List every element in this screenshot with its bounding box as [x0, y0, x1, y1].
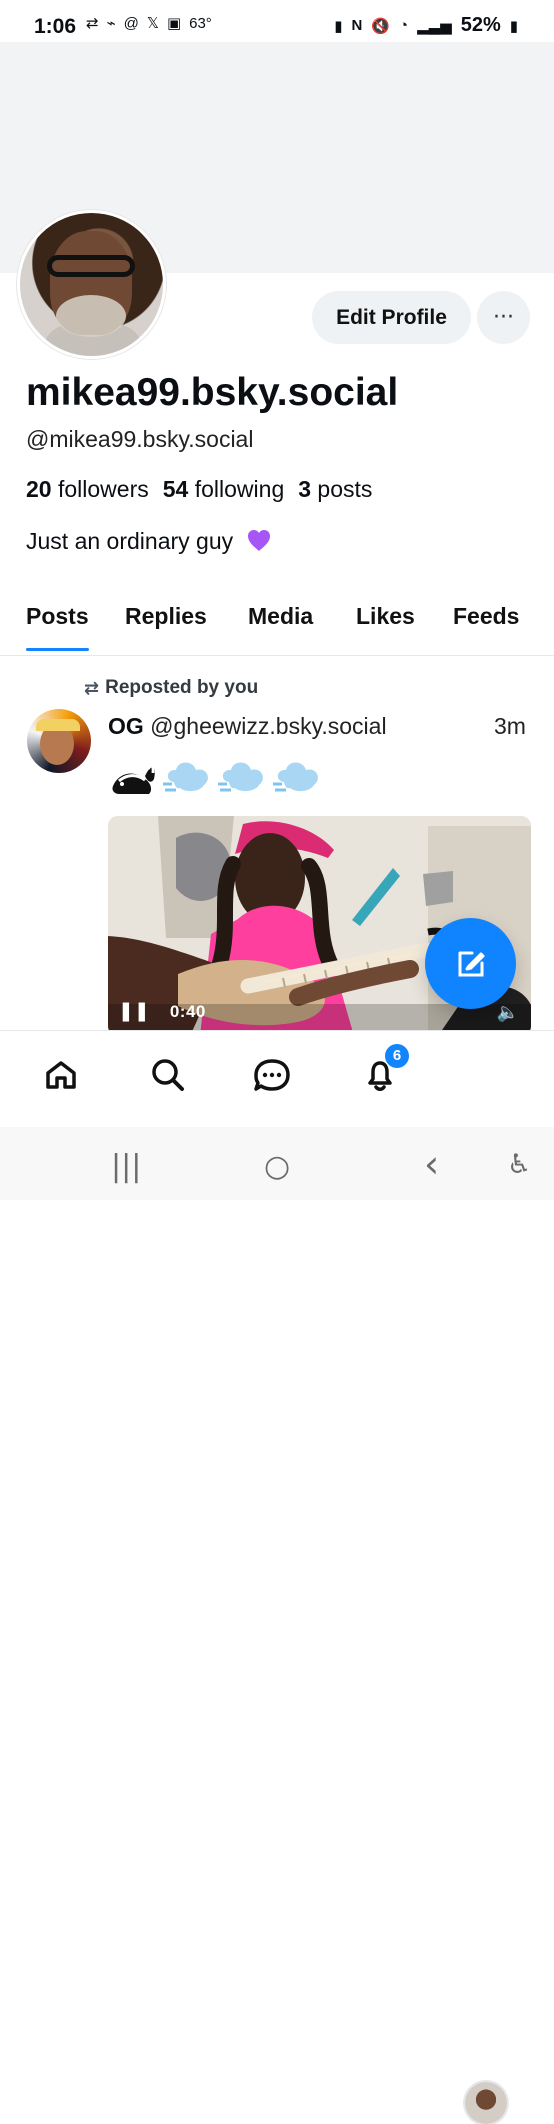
threads-icon: @	[123, 14, 139, 32]
bio-text: Just an ordinary guy	[26, 528, 234, 554]
post-author-avatar[interactable]	[27, 709, 91, 773]
repost-label: Reposted by you	[105, 677, 259, 698]
chat-icon	[254, 1059, 290, 1091]
bottom-navigation	[0, 1030, 554, 2124]
home-button[interactable]: ○	[264, 1149, 290, 1184]
status-time: 1:06	[34, 15, 77, 38]
repost-indicator: ⇄ Reposted by you	[84, 677, 258, 699]
nav-search[interactable]	[144, 1051, 192, 1099]
dash-cloud-icon	[218, 762, 263, 792]
followers-label: followers	[57, 476, 149, 502]
edit-profile-button[interactable]: Edit Profile	[312, 291, 471, 344]
followers-stat[interactable]: 20 followers	[26, 476, 149, 503]
video-time: 0:40	[169, 1001, 206, 1021]
profile-avatar[interactable]	[17, 210, 166, 359]
mute-icon: 🔇	[371, 17, 391, 35]
tab-feeds[interactable]: Feeds	[453, 603, 519, 630]
post-meta: OG @gheewizz.bsky.social	[108, 713, 387, 740]
post-author-handle[interactable]: @gheewizz.bsky.social	[150, 713, 386, 739]
profile-handle: @mikea99.bsky.social	[26, 426, 254, 452]
following-label: following	[194, 476, 285, 502]
volume-icon[interactable]: 🔈	[497, 1002, 519, 1023]
more-options-button[interactable]: ···	[477, 291, 530, 344]
dash-cloud-icon	[273, 762, 318, 792]
status-right: ▮ N 🔇 ◔ ▂▃▅ 52% ▮	[334, 14, 518, 37]
temperature: 63°	[189, 14, 212, 32]
android-system-navigation: ||| ○ ‹ ♿	[0, 1127, 554, 1200]
tab-replies[interactable]: Replies	[125, 603, 207, 630]
following-count: 54	[162, 476, 189, 502]
search-icon	[152, 1059, 184, 1091]
skunk-icon	[112, 764, 155, 794]
battery-percent: 52%	[460, 14, 501, 36]
home-icon	[46, 1061, 76, 1089]
pause-icon[interactable]: ❚❚	[118, 1000, 150, 1023]
dash-cloud-icon	[163, 762, 208, 792]
posts-stat: 3 posts	[298, 476, 372, 503]
status-left-icons: ⇄ ⌁ @ 𝕏 ▣ 63°	[86, 14, 212, 33]
nav-chat[interactable]	[248, 1051, 296, 1099]
battery-saver-icon: ▮	[334, 17, 343, 35]
avatar-glasses	[47, 255, 135, 277]
compose-icon	[458, 951, 485, 977]
notification-count-badge: 6	[385, 1044, 409, 1068]
avatar-beard	[56, 295, 126, 337]
compose-button[interactable]	[425, 918, 516, 1009]
post-time: 3m	[494, 713, 526, 739]
x-icon: 𝕏	[146, 15, 159, 32]
nav-home[interactable]	[37, 1051, 85, 1099]
followers-count: 20	[26, 476, 52, 502]
profile-stats: 20 followers 54 following 3 posts	[26, 476, 372, 503]
nav-profile-avatar[interactable]	[465, 2082, 507, 2124]
recent-apps-button[interactable]: |||	[111, 1149, 141, 1184]
repost-icon: ⇄	[84, 677, 100, 698]
tab-likes[interactable]: Likes	[356, 603, 415, 630]
status-bar: 1:06 ⇄ ⌁ @ 𝕏 ▣ 63° ▮ N 🔇 ◔ ▂▃▅ 52% ▮	[0, 0, 554, 42]
profile-tabs: Posts Replies Media Likes Feeds	[0, 587, 554, 656]
profile-bio: Just an ordinary guy	[26, 528, 272, 555]
signal-icon: ▂▃▅	[417, 17, 452, 35]
nfc-icon: N	[351, 17, 363, 34]
signal-activity-icon: ⌁	[106, 15, 116, 32]
battery-icon: ▮	[509, 17, 518, 35]
sync-icon: ⇄	[86, 15, 99, 32]
image-icon: ▣	[166, 15, 182, 32]
purple-heart-icon	[247, 530, 270, 551]
posts-label: posts	[317, 476, 373, 502]
post-author-name[interactable]: OG	[108, 713, 144, 739]
accessibility-button[interactable]: ♿	[507, 1149, 531, 1180]
tab-media[interactable]: Media	[248, 603, 313, 630]
back-button[interactable]: ‹	[424, 1142, 439, 1186]
profile-display-name: mikea99.bsky.social	[26, 371, 399, 414]
wifi-icon: ◔	[399, 17, 409, 34]
tab-posts[interactable]: Posts	[26, 603, 89, 651]
posts-count: 3	[298, 476, 312, 502]
post-emoji-content	[107, 752, 324, 800]
following-stat[interactable]: 54 following	[163, 476, 284, 503]
video-controls: ❚❚ 0:40	[118, 1000, 206, 1023]
